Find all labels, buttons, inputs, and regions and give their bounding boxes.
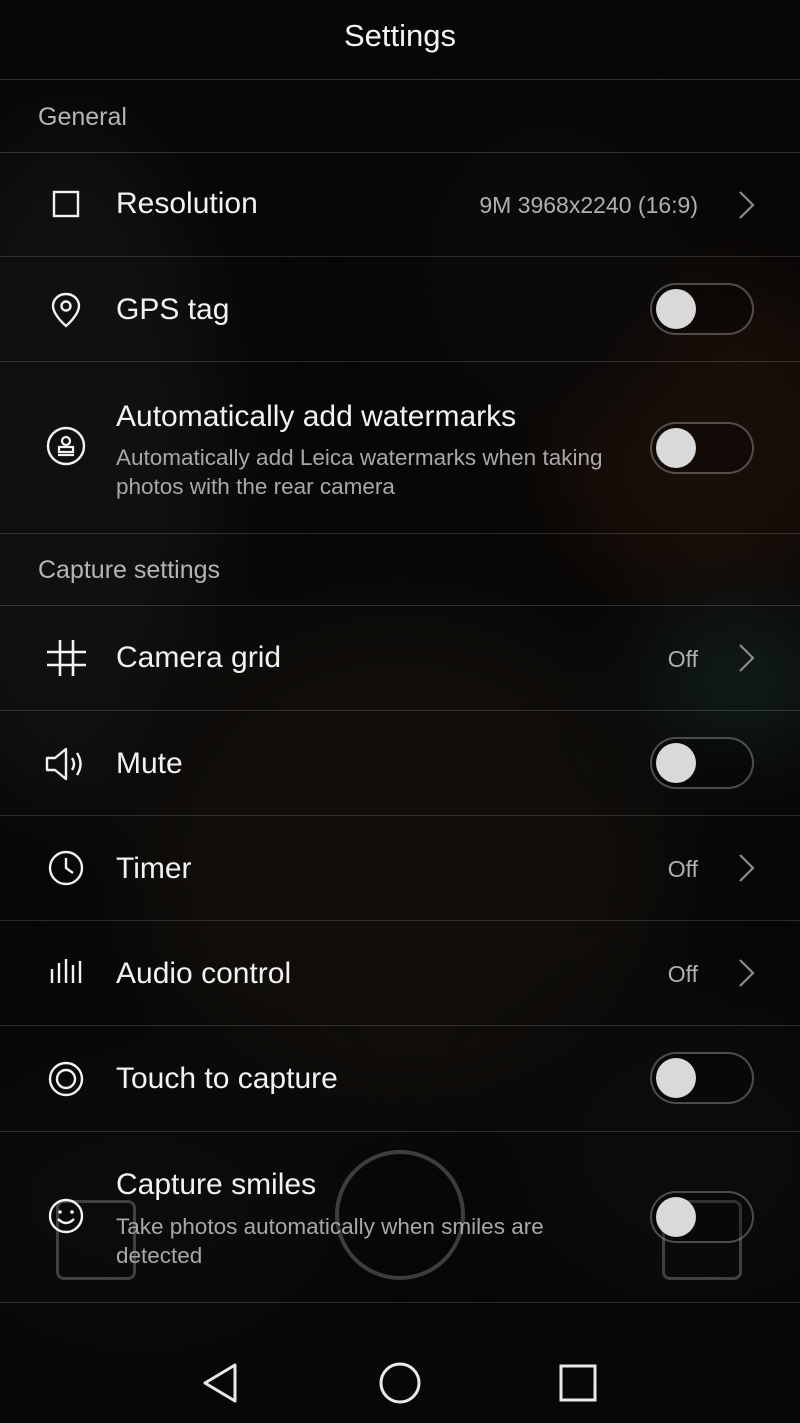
setting-touch-to-capture[interactable]: Touch to capture xyxy=(0,1026,800,1132)
touch-to-capture-toggle[interactable] xyxy=(650,1052,754,1104)
toggle-knob xyxy=(656,289,696,329)
setting-label: Capture smiles xyxy=(116,1168,317,1201)
setting-gps-tag[interactable]: GPS tag xyxy=(0,257,800,362)
setting-value: Off xyxy=(667,961,698,987)
setting-description: Automatically add Leica watermarks when … xyxy=(116,445,603,499)
section-header-capture: Capture settings xyxy=(0,534,800,606)
setting-label: Resolution xyxy=(116,187,258,220)
setting-audio-control[interactable]: Audio control Off xyxy=(0,921,800,1026)
setting-capture-smiles[interactable]: Capture smiles Take photos automatically… xyxy=(0,1132,800,1303)
chevron-right-icon xyxy=(736,642,756,674)
smile-icon xyxy=(44,1194,88,1238)
chevron-right-icon xyxy=(736,957,756,989)
speaker-icon xyxy=(44,742,88,786)
setting-mute[interactable]: Mute xyxy=(0,711,800,816)
watermarks-toggle[interactable] xyxy=(650,422,754,474)
chevron-right-icon xyxy=(736,189,756,221)
grid-icon xyxy=(44,636,88,680)
setting-label: Touch to capture xyxy=(116,1062,338,1095)
setting-label: Automatically add watermarks xyxy=(116,400,517,433)
section-label: General xyxy=(38,103,127,131)
capture-smiles-toggle[interactable] xyxy=(650,1191,754,1243)
mute-toggle[interactable] xyxy=(650,737,754,789)
navigation-bar xyxy=(0,1343,800,1423)
setting-label: Timer xyxy=(116,852,192,885)
gps-tag-toggle[interactable] xyxy=(650,283,754,335)
toggle-knob xyxy=(656,428,696,468)
setting-value: Off xyxy=(667,646,698,672)
page-title: Settings xyxy=(343,18,456,53)
setting-watermarks[interactable]: Automatically add watermarks Automatical… xyxy=(0,362,800,534)
watermark-stamp-icon xyxy=(44,424,88,468)
target-icon xyxy=(44,1057,88,1101)
home-circle-icon[interactable] xyxy=(375,1358,425,1408)
section-header-general: General xyxy=(0,81,800,153)
toggle-knob xyxy=(656,1058,696,1098)
setting-value: 9M 3968x2240 (16:9) xyxy=(479,192,698,218)
setting-value: Off xyxy=(667,856,698,882)
setting-label: GPS tag xyxy=(116,293,230,326)
back-triangle-icon[interactable] xyxy=(197,1358,247,1408)
audio-bars-icon xyxy=(44,951,88,995)
setting-camera-grid[interactable]: Camera grid Off xyxy=(0,606,800,711)
section-label: Capture settings xyxy=(38,556,221,584)
toggle-knob xyxy=(656,743,696,783)
recents-square-icon[interactable] xyxy=(553,1358,603,1408)
setting-resolution[interactable]: Resolution 9M 3968x2240 (16:9) xyxy=(0,153,800,257)
location-pin-icon xyxy=(44,288,88,332)
header-bar: Settings xyxy=(0,0,800,80)
setting-label: Audio control xyxy=(116,957,292,990)
setting-label: Camera grid xyxy=(116,641,282,674)
setting-timer[interactable]: Timer Off xyxy=(0,816,800,921)
toggle-knob xyxy=(656,1197,696,1237)
setting-description: Take photos automatically when smiles ar… xyxy=(116,1214,544,1268)
chevron-right-icon xyxy=(736,852,756,884)
aspect-ratio-icon xyxy=(44,182,88,226)
clock-icon xyxy=(44,846,88,890)
setting-label: Mute xyxy=(116,747,183,780)
